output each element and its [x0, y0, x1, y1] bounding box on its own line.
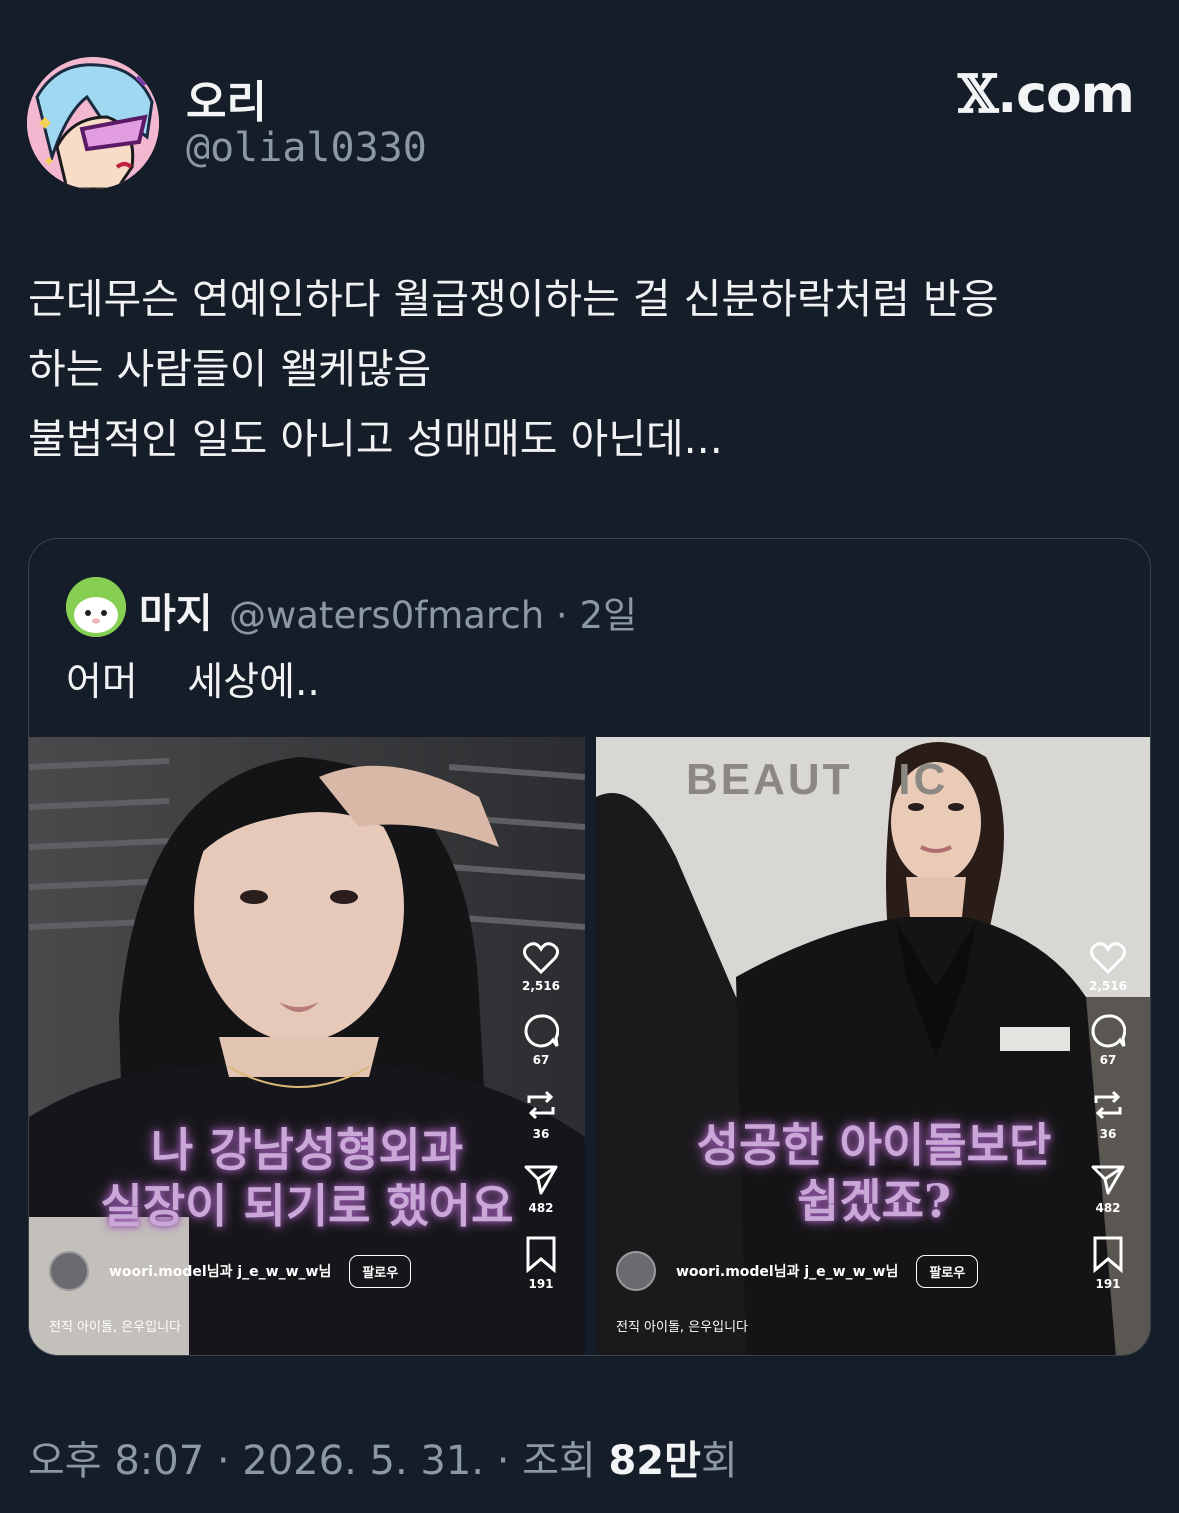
collab-usernames[interactable]: woori.model님과 j_e_w_w_w님 [109, 1261, 331, 1281]
action-rail: 2,516 67 36 482 191 [1078, 941, 1138, 1311]
author-handle[interactable]: @olial0330 [186, 125, 427, 171]
quoted-tweet-card[interactable]: 마지 @waters0fmarch · 2일 어머 세상에.. 나 강남성형외과… [28, 538, 1151, 1356]
quoted-tweet-text: 어머 세상에.. [66, 660, 320, 705]
caption-line: 실장이 되기로 했어요 [100, 1179, 514, 1233]
video-description: 전직 아이돌, 은우입니다 [49, 1320, 181, 1335]
repost-count: 36 [532, 1127, 550, 1141]
tweet-line: 근데무슨 연예인하다 월급쟁이하는 걸 신분하락처럼 반응 [28, 275, 999, 323]
quoted-author-avatar[interactable] [66, 577, 126, 637]
comment-count: 67 [1099, 1053, 1117, 1067]
follow-button[interactable]: 팔로우 [349, 1254, 412, 1288]
caption-line: 쉽겠죠? [797, 1174, 951, 1228]
heart-icon[interactable] [523, 941, 559, 975]
avatar[interactable] [616, 1251, 656, 1291]
comment-icon[interactable] [1090, 1013, 1126, 1049]
tweet-footer-meta: 오후 8:07 · 2026. 5. 31. · 조회 82만회 [28, 1428, 738, 1486]
share-icon[interactable] [1090, 1161, 1126, 1197]
x-brand-logo: 𝕏.com [958, 64, 1135, 125]
heart-icon[interactable] [1090, 941, 1126, 975]
media-image-left[interactable]: 나 강남성형외과 실장이 되기로 했어요 2,516 67 36 482 191… [29, 737, 585, 1355]
repost-icon[interactable] [1090, 1087, 1126, 1123]
video-meta-row: woori.model님과 j_e_w_w_w님 팔로우 [49, 1251, 412, 1291]
media-image-right[interactable]: BEAUT IC 성공한 아이돌보단 쉽겠죠? 2,516 67 36 482 … [596, 737, 1150, 1355]
bookmark-icon[interactable] [525, 1235, 557, 1273]
author-display-name[interactable]: 오리 [186, 66, 267, 130]
caption-line: 성공한 아이돌보단 [696, 1118, 1052, 1172]
video-caption: 나 강남성형외과 실장이 되기로 했어요 [29, 1122, 585, 1234]
x-logo-icon: 𝕏 [958, 64, 998, 125]
tweet-line: 하는 사람들이 왤케많음 [28, 345, 432, 393]
share-icon[interactable] [523, 1161, 559, 1197]
view-count: 82만 [608, 1438, 701, 1484]
save-count: 191 [1095, 1277, 1121, 1291]
like-count: 2,516 [522, 979, 560, 993]
follow-button[interactable]: 팔로우 [916, 1254, 979, 1288]
author-avatar[interactable] [27, 57, 159, 189]
clinic-sign-text: BEAUT IC [686, 755, 949, 804]
repost-icon[interactable] [523, 1087, 559, 1123]
like-count: 2,516 [1089, 979, 1127, 993]
video-meta-row: woori.model님과 j_e_w_w_w님 팔로우 [616, 1251, 979, 1291]
timestamp[interactable]: 오후 8:07 · 2026. 5. 31. · 조회 [28, 1438, 608, 1484]
view-count-suffix: 회 [700, 1438, 738, 1484]
quoted-author-handle-time[interactable]: @waters0fmarch · 2일 [229, 585, 637, 639]
tweet-line: 불법적인 일도 아니고 성매매도 아닌데... [28, 415, 723, 463]
comment-icon[interactable] [523, 1013, 559, 1049]
bookmark-icon[interactable] [1092, 1235, 1124, 1273]
avatar[interactable] [49, 1251, 89, 1291]
collab-usernames[interactable]: woori.model님과 j_e_w_w_w님 [676, 1261, 898, 1281]
brand-domain: .com [997, 65, 1134, 125]
repost-count: 36 [1099, 1127, 1117, 1141]
avatar-illustration [66, 577, 126, 637]
comment-count: 67 [532, 1053, 550, 1067]
tweet-text: 근데무슨 연예인하다 월급쟁이하는 걸 신분하락처럼 반응 하는 사람들이 왤케… [28, 264, 1158, 474]
action-rail: 2,516 67 36 482 191 [511, 941, 571, 1311]
video-caption: 성공한 아이돌보단 쉽겠죠? [596, 1117, 1150, 1229]
share-count: 482 [528, 1201, 554, 1215]
tweet-screenshot: 오리 @olial0330 𝕏.com 근데무슨 연예인하다 월급쟁이하는 걸 … [0, 0, 1179, 1513]
caption-line: 나 강남성형외과 [150, 1123, 464, 1177]
quoted-author-display-name[interactable]: 마지 [139, 581, 213, 639]
share-count: 482 [1095, 1201, 1121, 1215]
save-count: 191 [528, 1277, 554, 1291]
avatar-illustration [27, 57, 159, 189]
video-description: 전직 아이돌, 은우입니다 [616, 1320, 748, 1335]
